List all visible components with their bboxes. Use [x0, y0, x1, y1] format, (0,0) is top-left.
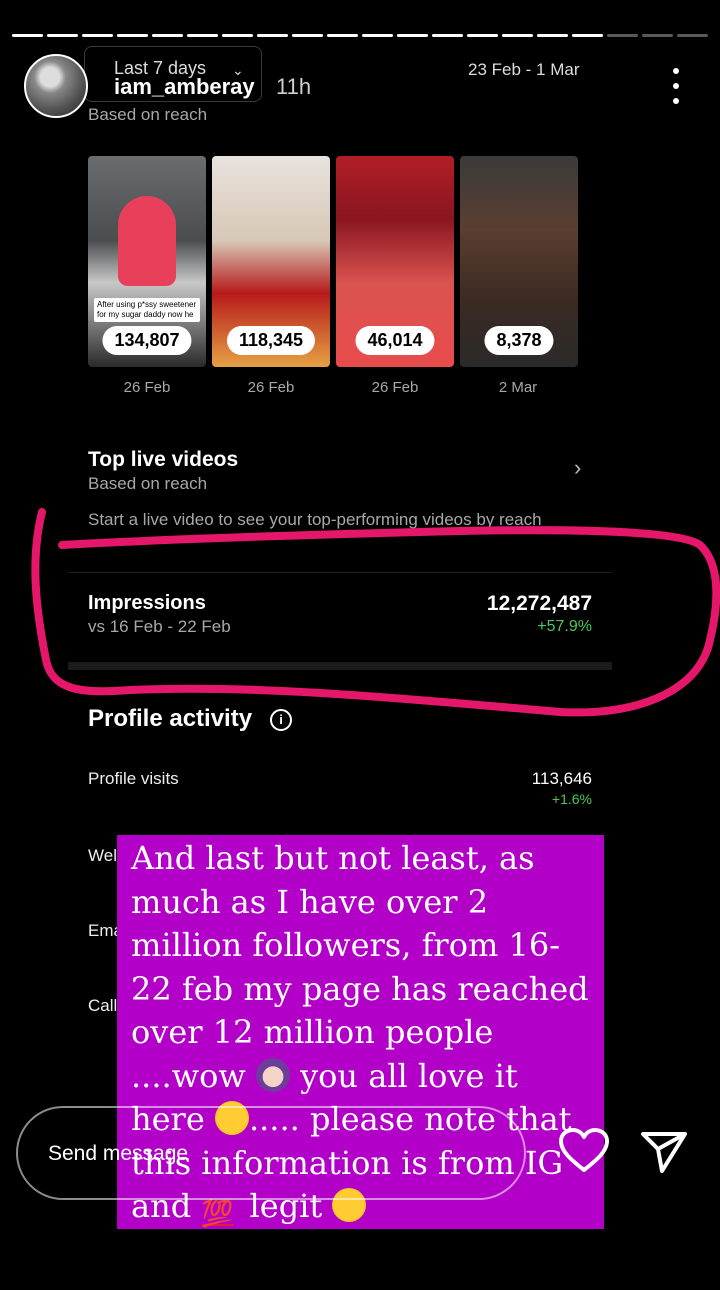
send-message-placeholder: Send message [48, 1142, 189, 1165]
profile-visits-change: +1.6% [551, 791, 592, 807]
like-heart-icon[interactable] [558, 1128, 610, 1174]
profile-visits-value: 113,646 [531, 769, 592, 788]
profile-visits-label: Profile visits [88, 769, 179, 788]
call-taps-label: Call [88, 996, 118, 1015]
highlight-scribble [31, 508, 720, 717]
send-icon[interactable] [640, 1130, 688, 1174]
woman-raising-hand-emoji-icon [255, 1057, 290, 1092]
website-taps-label: Wel [88, 846, 117, 865]
